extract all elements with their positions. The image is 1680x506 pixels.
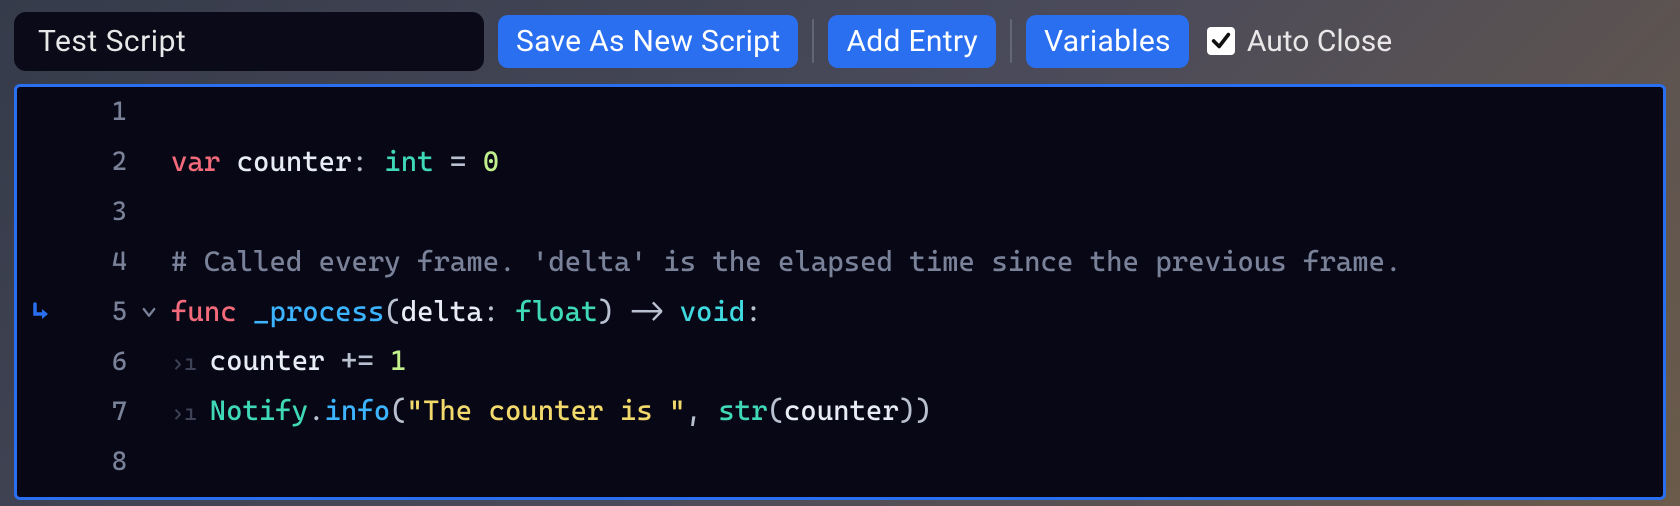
token-class: Notify (210, 394, 308, 427)
token-ident: counter (210, 344, 325, 377)
token-punct: : (745, 295, 761, 328)
token-number: 0 (483, 145, 499, 178)
code-line[interactable]: 7›ıNotify.info("The counter is ", str(co… (17, 387, 1663, 437)
code-line[interactable]: 6 ›ı counter += 1 (17, 337, 1663, 387)
check-icon (1210, 30, 1232, 52)
indent-guide-icon: ›ı (171, 389, 184, 439)
line-number: 1 (67, 87, 133, 137)
token-plain (614, 295, 630, 328)
code-line[interactable]: 5 func _process(delta: float) -> void: (17, 287, 1663, 337)
code-content[interactable]: ›ıNotify.info("The counter is ", str(cou… (165, 386, 932, 439)
token-ident: counter (784, 394, 899, 427)
token-plain (434, 145, 450, 178)
indent-guide-icon: ›ı (171, 339, 184, 389)
token-plain (368, 145, 384, 178)
variables-button[interactable]: Variables (1026, 15, 1189, 68)
auto-close-checkbox[interactable]: Auto Close (1207, 24, 1392, 59)
toolbar: Test Script Save As New Script Add Entry… (0, 0, 1680, 80)
token-punct: ) (899, 394, 915, 427)
code-line[interactable]: 2 var counter: int = 0 (17, 137, 1663, 187)
code-content[interactable]: var counter: int = 0 (165, 137, 499, 187)
token-punct: : (483, 295, 499, 328)
token-punct: , (685, 394, 701, 427)
token-number: 1 (390, 344, 406, 377)
code-line[interactable]: 4 # Called every frame. 'delta' is the el… (17, 237, 1663, 287)
token-op: = (450, 145, 466, 178)
line-number: 8 (67, 437, 133, 487)
token-punct: ( (384, 295, 400, 328)
token-type: int (384, 145, 433, 178)
token-plain (325, 344, 341, 377)
token-ident: delta (401, 295, 483, 328)
token-funcname: _process (253, 295, 384, 328)
gutter-icon-slot (17, 300, 67, 324)
line-number: 4 (67, 237, 133, 287)
toolbar-separator (812, 19, 814, 63)
token-plain (220, 145, 236, 178)
save-as-new-script-button[interactable]: Save As New Script (498, 15, 798, 68)
toolbar-separator (1010, 19, 1012, 63)
checkbox-box (1207, 27, 1235, 55)
line-number: 3 (67, 187, 133, 237)
chevron-down-icon (140, 303, 158, 321)
token-class: str (718, 394, 767, 427)
token-plain (499, 295, 515, 328)
token-ident: counter (237, 145, 352, 178)
token-plain (466, 145, 482, 178)
line-number: 2 (67, 137, 133, 187)
token-method: info (325, 394, 391, 427)
token-punct: : (351, 145, 367, 178)
token-plain (237, 295, 253, 328)
fold-toggle[interactable] (133, 303, 165, 321)
token-punct: ) (915, 394, 931, 427)
code-editor[interactable]: 12var counter: int = 034# Called every f… (14, 84, 1666, 500)
code-line[interactable]: 3 (17, 187, 1663, 237)
script-name-field[interactable]: Test Script (14, 12, 484, 71)
token-punct: . (308, 394, 324, 427)
code-line[interactable]: 8 (17, 437, 1663, 487)
auto-close-label: Auto Close (1247, 24, 1392, 59)
code-line[interactable]: 1 (17, 87, 1663, 137)
token-keyword: func (171, 295, 237, 328)
line-number: 5 (67, 287, 133, 337)
token-comment: # Called every frame. 'delta' is the ela… (171, 245, 1401, 278)
code-content[interactable]: ›ı counter += 1 (165, 336, 407, 389)
code-body[interactable]: 12var counter: int = 034# Called every f… (17, 87, 1663, 487)
code-content[interactable]: func _process(delta: float) -> void: (165, 287, 762, 337)
token-punct: ( (390, 394, 406, 427)
token-op: += (341, 344, 374, 377)
token-type: float (516, 295, 598, 328)
token-plain (374, 344, 390, 377)
add-entry-button[interactable]: Add Entry (828, 15, 996, 68)
token-string: "The counter is " (407, 394, 686, 427)
token-plain (702, 394, 718, 427)
line-number: 7 (67, 387, 133, 437)
token-plain (663, 295, 679, 328)
token-punct: ( (767, 394, 783, 427)
line-number: 6 (67, 337, 133, 387)
code-content[interactable]: # Called every frame. 'delta' is the ela… (165, 237, 1401, 287)
token-builtin: void (680, 295, 746, 328)
token-op: -> (630, 295, 663, 328)
enter-arrow-icon (30, 300, 54, 324)
token-keyword: var (171, 145, 220, 178)
token-punct: ) (598, 295, 614, 328)
